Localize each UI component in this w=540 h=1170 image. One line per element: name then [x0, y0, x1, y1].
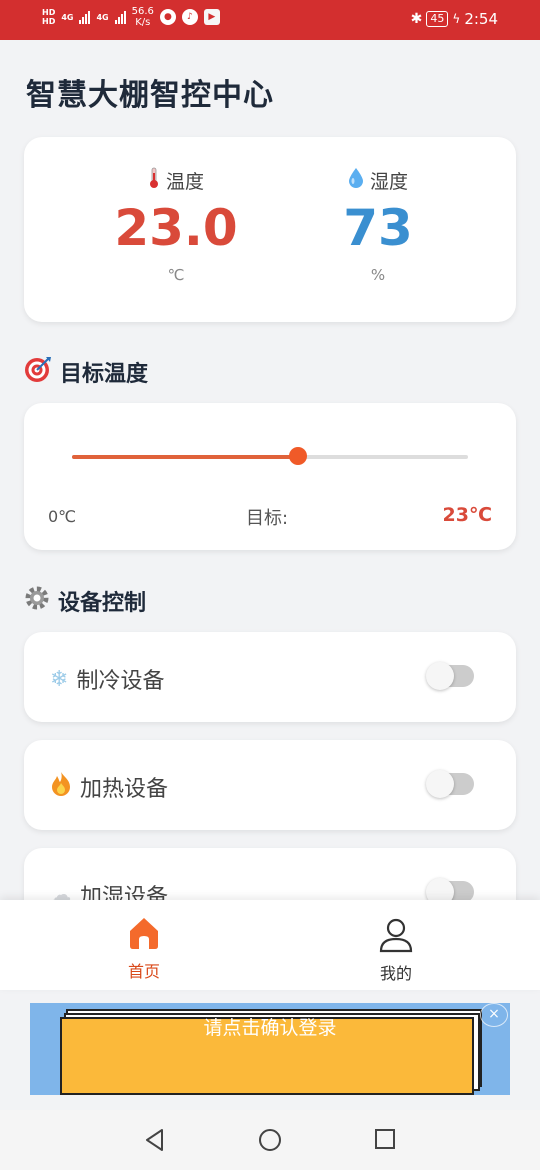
login-banner[interactable]: 请点击确认登录 × [30, 1003, 510, 1095]
slider-min-label: 0℃ [48, 507, 77, 526]
slider-fill [72, 455, 298, 459]
tab-home[interactable]: 首页 [104, 914, 184, 982]
target-temperature-title: 目标温度 [60, 362, 149, 387]
signal-icon-2 [114, 10, 126, 24]
device-row-cooling[interactable]: ❄ 制冷设备 [24, 632, 516, 722]
gear-icon [24, 585, 50, 617]
device-name-row: ❄ 制冷设备 [50, 663, 164, 695]
water-drop-icon [348, 167, 364, 194]
status-bar: HD HD 4G 4G 56.6 K/s ● ♪ ▶ ✱ 45 ϟ 2:54 [0, 0, 540, 40]
temperature-value: 23.0 [114, 199, 238, 257]
net-speed: 56.6 K/s [132, 6, 154, 28]
temperature-sensor: 温度 23.0 ℃ [76, 167, 276, 284]
temperature-slider[interactable] [72, 447, 468, 465]
tab-mine-label: 我的 [379, 964, 412, 983]
hd-label-2: HD [42, 17, 56, 26]
humidity-unit: % [370, 266, 386, 284]
banner-close-icon[interactable]: × [480, 1003, 508, 1027]
device-control-title: 设备控制 [58, 591, 147, 616]
bottom-tab-bar: 首页 我的 [0, 900, 540, 990]
music-notification-icon: ♪ [181, 9, 198, 25]
app-notification-icon: ● [159, 9, 176, 25]
net-speed-value: 56.6 [131, 6, 154, 17]
home-nav-icon[interactable] [258, 1128, 282, 1156]
back-icon[interactable] [144, 1128, 166, 1156]
humidity-label: 湿度 [369, 171, 408, 193]
thermometer-icon [148, 167, 160, 194]
toggle-knob [426, 770, 454, 798]
device-control-heading: 设备控制 [24, 585, 146, 617]
temperature-label: 温度 [165, 171, 204, 193]
temperature-label-row: 温度 [76, 167, 276, 194]
signal-icon [79, 10, 91, 24]
target-icon [24, 355, 52, 389]
network-type-1: 4G [61, 12, 74, 22]
hd-label-1: HD [42, 8, 56, 17]
device-label: 加热设备 [80, 777, 169, 802]
tab-home-label: 首页 [127, 962, 160, 981]
recent-apps-icon[interactable] [374, 1128, 396, 1154]
net-speed-unit: K/s [135, 17, 151, 28]
target-temperature-heading: 目标温度 [24, 355, 148, 389]
bluetooth-icon: ✱ [410, 11, 423, 27]
cooling-toggle[interactable] [426, 662, 474, 690]
humidity-value: 73 [343, 199, 413, 257]
charging-icon: ϟ [452, 12, 461, 26]
banner-text: 请点击确认登录 [203, 1017, 337, 1039]
sensor-card: 温度 23.0 ℃ 湿度 73 % [24, 137, 516, 322]
toggle-knob [426, 662, 454, 690]
snowflake-icon: ❄ [50, 666, 69, 692]
video-notification-icon: ▶ [203, 9, 220, 25]
system-nav-bar [0, 1110, 540, 1170]
tab-mine[interactable]: 我的 [356, 916, 436, 984]
target-label: 目标: [246, 508, 289, 529]
humidity-sensor: 湿度 73 % [278, 167, 478, 284]
device-row-heating[interactable]: 加热设备 [24, 740, 516, 830]
device-name-row: 加热设备 [50, 771, 168, 803]
device-label: 制冷设备 [76, 669, 165, 694]
slider-thumb[interactable] [288, 447, 307, 465]
clock: 2:54 [464, 10, 498, 28]
battery-icon: 45 [426, 11, 449, 27]
target-value: 23℃ [442, 504, 492, 526]
fire-icon [50, 771, 72, 803]
home-icon [104, 914, 184, 952]
humidity-label-row: 湿度 [278, 167, 478, 194]
hd-indicators: HD HD [42, 8, 55, 26]
target-slider-card: 0℃ 目标: 23℃ [24, 403, 516, 550]
heating-toggle[interactable] [426, 770, 474, 798]
temperature-unit: ℃ [167, 266, 185, 284]
user-icon [356, 916, 436, 954]
network-type-2: 4G [96, 12, 109, 22]
page-title: 智慧大棚智控中心 [26, 78, 274, 113]
